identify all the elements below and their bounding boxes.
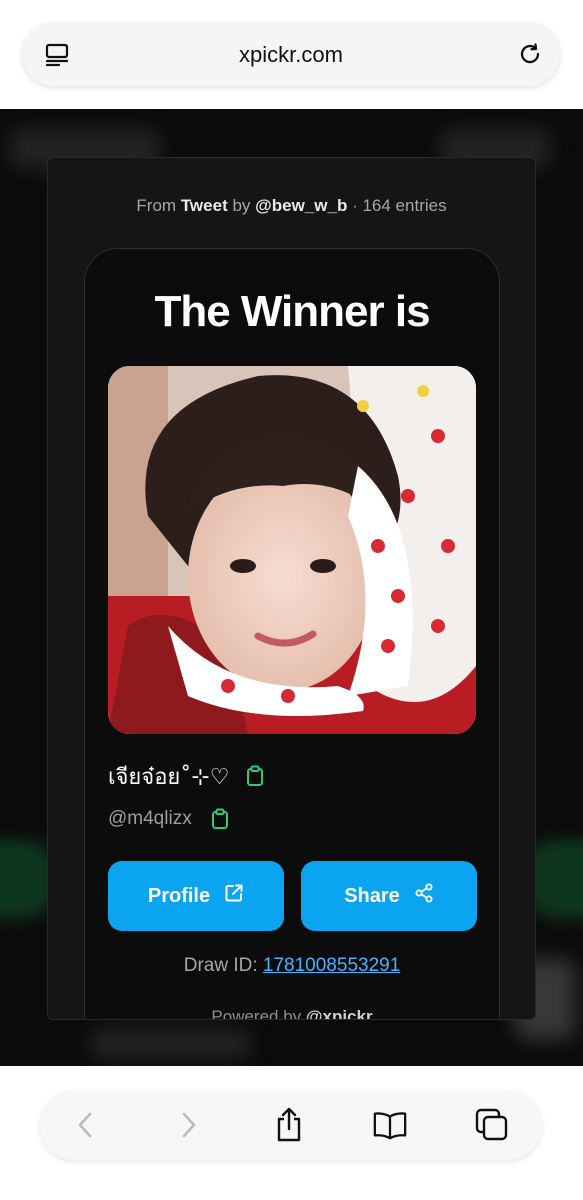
reload-icon[interactable] [516,40,544,68]
entries-count: 164 entries [362,196,447,215]
share-button[interactable]: Share [301,861,477,931]
winner-name: เจียจ๋อย˚⊹♡ [108,764,230,790]
toolbar [40,1090,542,1160]
from-by: by [232,196,251,215]
share-sheet-icon[interactable] [271,1107,307,1143]
address-bar[interactable]: xpickr.com [22,22,560,86]
source-type: Tweet [180,196,228,215]
source-user-link[interactable]: @bew_w_b [255,196,347,215]
forward-arrow-icon[interactable] [170,1107,206,1143]
share-nodes-icon [414,883,434,909]
powered-brand-link[interactable]: @xpickr [306,1007,373,1019]
share-button-label: Share [344,884,400,907]
draw-id-link[interactable]: 1781008553291 [263,955,400,976]
draw-result-modal: From Tweet by @bew_w_b · 164 entries The… [47,157,536,1020]
draw-id-label: Draw ID: [183,955,258,976]
bookmarks-icon[interactable] [372,1107,408,1143]
profile-button[interactable]: Profile [108,861,284,931]
browser-bottom-bar [0,1066,583,1200]
browser-top-bar: xpickr.com [0,0,583,109]
source-line: From Tweet by @bew_w_b · 164 entries [48,196,535,216]
clipboard-icon[interactable] [245,765,265,787]
tabs-icon[interactable] [474,1107,510,1143]
from-prefix: From [136,196,177,215]
profile-button-label: Profile [147,884,211,907]
back-arrow-icon[interactable] [68,1107,104,1143]
clipboard-icon[interactable] [210,808,230,830]
winner-name-row: เจียจ๋อย˚⊹♡ [108,761,265,791]
winner-card: The Winner is เจียจ๋อย˚⊹♡ @m4qlizx Profi… [84,248,500,1020]
url-text[interactable]: xpickr.com [22,42,560,68]
winner-photo [108,366,476,734]
powered-by-line: Powered by @xpickr [85,1007,499,1020]
separator: · [352,196,358,215]
winner-headline: The Winner is [154,287,430,336]
winner-handle-row: @m4qlizx [108,805,230,833]
winner-handle: @m4qlizx [108,808,192,829]
external-link-icon [224,883,244,909]
powered-prefix: Powered by [211,1007,302,1020]
web-content: From Tweet by @bew_w_b · 164 entries The… [0,109,583,1066]
draw-id-line: Draw ID: 1781008553291 [85,955,499,977]
background-blur [90,1029,250,1059]
